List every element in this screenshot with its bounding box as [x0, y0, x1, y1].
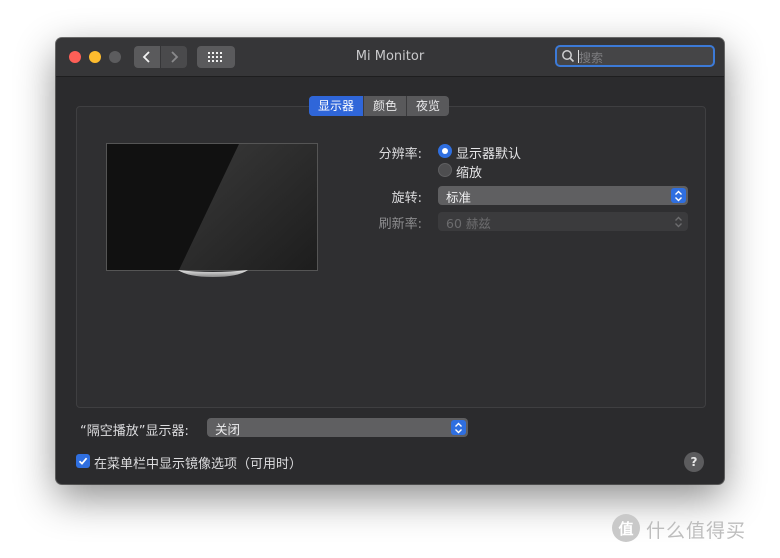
- checkmark-icon: [78, 457, 88, 465]
- airplay-display-label: “隔空播放”显示器:: [80, 424, 189, 439]
- updown-arrows-icon: [451, 420, 466, 435]
- airplay-display-value: 关闭: [215, 422, 241, 437]
- radio-scaled-resolution[interactable]: [438, 163, 452, 177]
- tab-display[interactable]: 显示器: [309, 96, 365, 116]
- watermark-text: 什么值得买: [646, 520, 747, 542]
- search-icon: [562, 50, 575, 63]
- tab-color[interactable]: 颜色: [364, 96, 408, 116]
- screen-reflection: [107, 144, 317, 270]
- airplay-display-select[interactable]: 关闭: [207, 418, 468, 437]
- mirroring-option-label[interactable]: 在菜单栏中显示镜像选项（可用时）: [94, 453, 302, 472]
- tab-bar: 显示器 颜色 夜览: [309, 96, 450, 116]
- rotation-select[interactable]: 标准: [438, 186, 688, 205]
- preferences-window: Mi Monitor 搜索 显示器 颜色 夜览 分辨率: 显示器默认 缩放 旋转…: [56, 38, 724, 484]
- refresh-rate-select: 60 赫兹: [438, 212, 688, 231]
- monitor-preview: [106, 143, 318, 271]
- title-bar: Mi Monitor 搜索: [56, 38, 724, 77]
- radio-default-label[interactable]: 显示器默认: [456, 143, 521, 162]
- refresh-rate-label: 刷新率:: [378, 217, 422, 232]
- rotation-label: 旋转:: [391, 191, 422, 206]
- radio-scaled-label[interactable]: 缩放: [456, 162, 482, 181]
- updown-arrows-icon: [671, 188, 686, 203]
- mirroring-checkbox[interactable]: [76, 454, 90, 468]
- resolution-label: 分辨率:: [378, 147, 422, 162]
- radio-default-resolution[interactable]: [438, 144, 452, 158]
- monitor-stand: [178, 270, 248, 277]
- watermark-logo: 值: [612, 514, 640, 542]
- rotation-value: 标准: [446, 190, 472, 205]
- search-placeholder: 搜索: [579, 51, 604, 65]
- text-cursor: [578, 50, 579, 63]
- search-field[interactable]: 搜索: [555, 45, 715, 67]
- updown-arrows-icon: [671, 214, 686, 229]
- tab-night-shift[interactable]: 夜览: [407, 96, 449, 116]
- refresh-rate-value: 60 赫兹: [446, 216, 491, 231]
- help-button[interactable]: ?: [684, 452, 704, 472]
